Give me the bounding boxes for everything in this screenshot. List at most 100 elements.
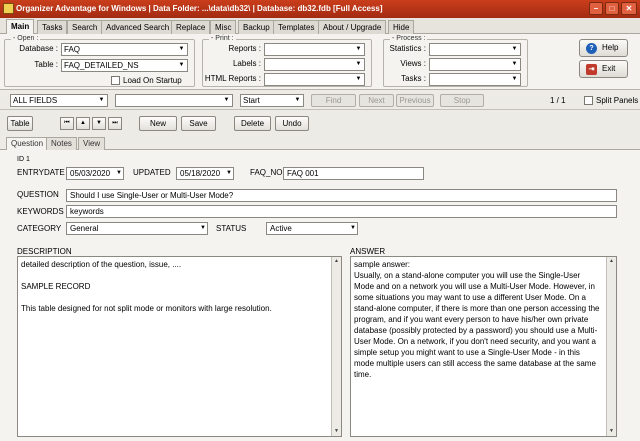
- answer-textarea[interactable]: sample answer: Usually, on a stand-alone…: [350, 256, 617, 437]
- help-button-label: Help: [602, 43, 619, 52]
- search-mode-select[interactable]: Start ▼: [240, 94, 304, 107]
- description-line: [21, 270, 338, 281]
- scroll-down-icon[interactable]: ▼: [332, 427, 341, 436]
- category-select[interactable]: General ▼: [66, 222, 208, 235]
- maximize-button[interactable]: □: [605, 2, 619, 15]
- reports-select[interactable]: ▼: [264, 43, 365, 56]
- chevron-down-icon: ▼: [178, 46, 185, 52]
- labels-select[interactable]: ▼: [264, 58, 365, 71]
- category-label: CATEGORY: [17, 224, 62, 233]
- chevron-down-icon: ▼: [178, 62, 185, 68]
- html-reports-select[interactable]: ▼: [264, 73, 365, 86]
- question-field[interactable]: Should I use Single-User or Multi-User M…: [66, 189, 617, 202]
- tab-view[interactable]: View: [78, 137, 106, 150]
- record-counter: 1 / 1: [550, 96, 566, 105]
- chevron-down-icon: ▼: [200, 225, 206, 231]
- table-select[interactable]: FAQ_DETAILED_NS ▼: [61, 59, 188, 72]
- entrydate-label: ENTRYDATE: [17, 168, 65, 177]
- first-record-button[interactable]: ⏮: [60, 117, 74, 130]
- scroll-down-icon[interactable]: ▼: [607, 427, 616, 436]
- database-value: FAQ: [64, 45, 81, 54]
- faq-no-label: FAQ_NO: [250, 168, 283, 177]
- split-panels-checkbox[interactable]: [584, 96, 593, 105]
- description-line: SAMPLE RECORD: [21, 282, 91, 291]
- search-input[interactable]: ▼: [115, 94, 233, 107]
- undo-button[interactable]: Undo: [275, 116, 309, 131]
- save-button[interactable]: Save: [181, 116, 216, 131]
- load-on-startup-label: Load On Startup: [123, 76, 182, 85]
- reports-label: Reports :: [228, 44, 261, 53]
- down-arrow-icon: ▼: [96, 120, 102, 126]
- tab-search[interactable]: Search: [67, 20, 103, 34]
- next-button[interactable]: Next: [359, 94, 394, 107]
- description-scrollbar[interactable]: ▲ ▼: [331, 257, 341, 436]
- answer-line: sample answer:: [354, 260, 411, 269]
- tab-replace[interactable]: Replace: [171, 20, 211, 34]
- question-label: QUESTION: [17, 190, 59, 199]
- chevron-down-icon: ▼: [350, 225, 356, 231]
- keywords-field[interactable]: keywords: [66, 205, 617, 218]
- open-group-label: - Open :: [11, 35, 41, 42]
- help-button[interactable]: ? Help: [579, 39, 628, 57]
- database-select[interactable]: FAQ ▼: [61, 43, 188, 56]
- previous-button[interactable]: Previous: [396, 94, 434, 107]
- category-value: General: [70, 224, 99, 233]
- scroll-up-icon[interactable]: ▲: [332, 257, 341, 266]
- tab-notes[interactable]: Notes: [46, 137, 77, 150]
- tab-backup[interactable]: Backup: [238, 20, 275, 34]
- window-title: Organizer Advantage for Windows | Data F…: [16, 4, 383, 13]
- faq-no-field[interactable]: FAQ 001: [283, 167, 424, 180]
- description-line: detailed description of the question, is…: [21, 260, 182, 269]
- views-select[interactable]: ▼: [429, 58, 521, 71]
- delete-button[interactable]: Delete: [234, 116, 271, 131]
- table-label: Table :: [34, 60, 58, 69]
- statistics-select[interactable]: ▼: [429, 43, 521, 56]
- entrydate-field[interactable]: 05/03/2020 ▼: [66, 167, 124, 180]
- chevron-down-icon: ▼: [511, 46, 518, 52]
- labels-label: Labels :: [232, 59, 261, 68]
- html-reports-label: HTML Reports :: [204, 74, 261, 83]
- tab-tasks[interactable]: Tasks: [37, 20, 68, 34]
- description-label: DESCRIPTION: [17, 247, 72, 256]
- record-tabs: Question Notes View: [0, 136, 640, 151]
- search-field-value: ALL FIELDS: [13, 96, 58, 105]
- tasks-label: Tasks :: [401, 74, 426, 83]
- tab-main[interactable]: Main: [6, 19, 35, 35]
- load-on-startup-checkbox[interactable]: [111, 76, 120, 85]
- stop-button[interactable]: Stop: [440, 94, 484, 107]
- find-button[interactable]: Find: [311, 94, 356, 107]
- tab-about-upgrade[interactable]: About / Upgrade: [318, 20, 387, 34]
- exit-button-label: Exit: [602, 64, 616, 73]
- next-record-button[interactable]: ▼: [92, 117, 106, 130]
- tab-advanced-search[interactable]: Advanced Search: [101, 20, 175, 34]
- status-value: Active: [270, 224, 292, 233]
- exit-button[interactable]: ⇥ Exit: [579, 60, 628, 78]
- minimize-button[interactable]: –: [589, 2, 603, 15]
- tab-question[interactable]: Question: [6, 137, 49, 151]
- description-textarea[interactable]: detailed description of the question, is…: [17, 256, 342, 437]
- search-field-select[interactable]: ALL FIELDS ▼: [10, 94, 108, 107]
- database-label: Database :: [19, 44, 58, 53]
- title-bar: Organizer Advantage for Windows | Data F…: [0, 0, 640, 18]
- tab-hide[interactable]: Hide: [388, 20, 415, 34]
- process-group: - Process : Statistics : ▼ Views : ▼ Tas…: [383, 35, 528, 87]
- last-record-button[interactable]: ⏭: [108, 117, 122, 130]
- chevron-down-icon: ▼: [511, 61, 518, 67]
- new-button[interactable]: New: [139, 116, 177, 131]
- tasks-select[interactable]: ▼: [429, 73, 521, 86]
- answer-scrollbar[interactable]: ▲ ▼: [606, 257, 616, 436]
- chevron-down-icon: ▼: [223, 97, 230, 103]
- record-toolbar: Table ⏮ ▲ ▼ ⏭ New Save Delete Undo: [0, 111, 640, 135]
- search-bar: ALL FIELDS ▼ ▼ Start ▼ Find Next Previou…: [0, 90, 640, 110]
- tab-misc[interactable]: Misc: [210, 20, 237, 34]
- tab-templates[interactable]: Templates: [273, 20, 320, 34]
- print-group: - Print : Reports : ▼ Labels : ▼ HTML Re…: [202, 35, 372, 87]
- status-select[interactable]: Active ▼: [266, 222, 358, 235]
- help-icon: ?: [586, 43, 597, 54]
- table-view-button[interactable]: Table: [7, 116, 33, 131]
- updated-field[interactable]: 05/18/2020 ▼: [176, 167, 234, 180]
- app-icon: [3, 3, 14, 14]
- previous-record-button[interactable]: ▲: [76, 117, 90, 130]
- close-button[interactable]: ✕: [621, 2, 637, 15]
- scroll-up-icon[interactable]: ▲: [607, 257, 616, 266]
